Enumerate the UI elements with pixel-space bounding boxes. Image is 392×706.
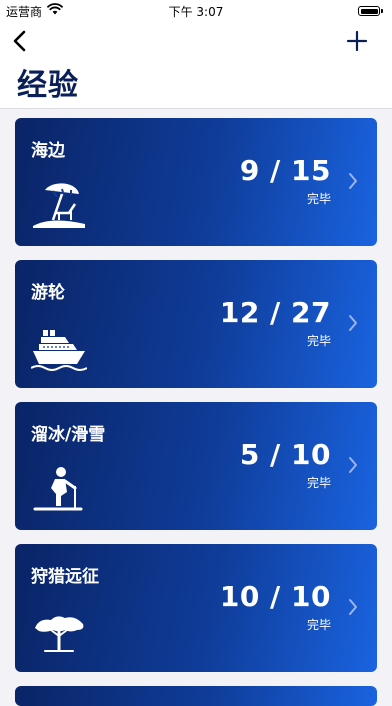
status-label: 完毕 [306, 618, 331, 632]
clock-label: 下午 3:07 [168, 5, 224, 19]
card-title: 游轮 [31, 283, 65, 303]
card-title: 海边 [31, 141, 65, 161]
chevron-right-icon [349, 173, 357, 189]
card-title: 狩猎远征 [31, 567, 99, 587]
back-chevron-icon[interactable] [8, 28, 34, 54]
navigation-header: 运营商 下午 3:07 经验 [0, 0, 392, 109]
status-label: 完毕 [306, 476, 331, 490]
chevron-right-icon [349, 599, 357, 615]
card-title: 溜冰/滑雪 [31, 425, 106, 445]
status-label: 完毕 [306, 192, 331, 206]
experience-card-cruise[interactable]: 游轮 12 / 27 完毕 [15, 260, 377, 388]
page-title: 经验 [17, 68, 79, 103]
experience-card-skiing[interactable]: 溜冰/滑雪 5 / 10 完毕 [15, 402, 377, 530]
experience-card-partial[interactable] [15, 686, 377, 706]
skier-icon [33, 467, 83, 511]
progress-count: 10 / 10 [219, 580, 331, 613]
progress-count: 5 / 10 [239, 438, 331, 471]
chevron-right-icon [349, 315, 357, 331]
status-bar: 运营商 下午 3:07 [0, 0, 392, 22]
experience-card-beach[interactable]: 海边 9 / 15 完毕 [15, 118, 377, 246]
status-label: 完毕 [306, 334, 331, 348]
add-button[interactable] [346, 30, 368, 52]
battery-icon [358, 6, 383, 16]
experience-card-safari[interactable]: 狩猎远征 10 / 10 完毕 [15, 544, 377, 672]
progress-count: 12 / 27 [219, 296, 331, 329]
beach-umbrella-icon [33, 183, 85, 228]
chevron-right-icon [349, 457, 357, 473]
acacia-tree-icon [35, 616, 84, 652]
progress-count: 9 / 15 [239, 154, 331, 187]
cruise-ship-icon [31, 330, 87, 371]
